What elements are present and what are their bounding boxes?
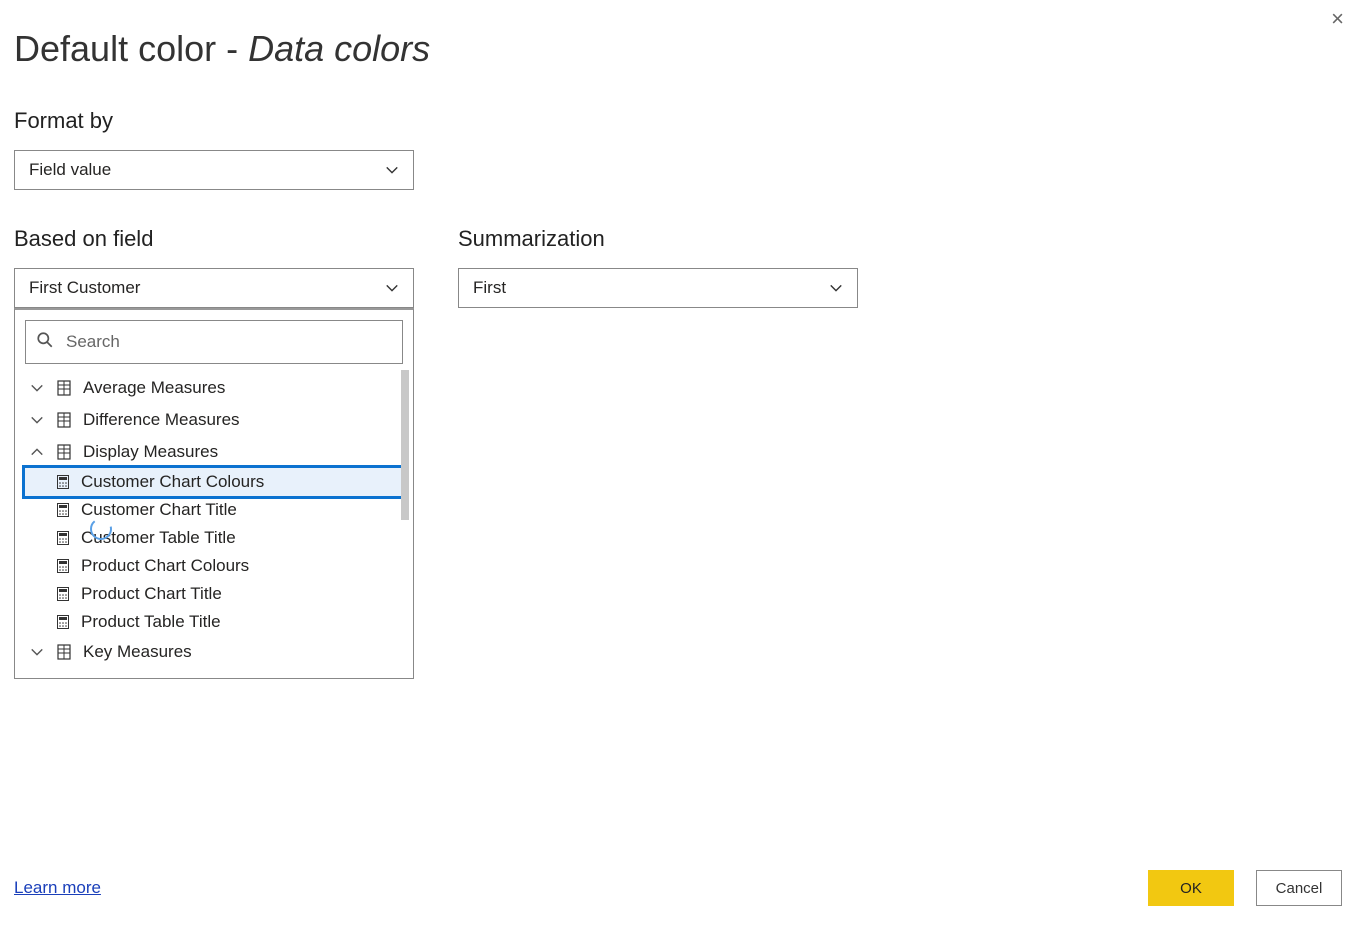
- table-icon: [55, 444, 73, 460]
- table-icon: [55, 412, 73, 428]
- chevron-down-icon: [29, 413, 45, 427]
- tree-group-difference-measures[interactable]: Difference Measures: [25, 404, 403, 436]
- calculator-icon: [55, 531, 71, 545]
- chevron-down-icon: [385, 163, 399, 177]
- tree-group-label: Average Measures: [83, 378, 225, 398]
- tree-item-customer-chart-colours[interactable]: Customer Chart Colours: [22, 465, 406, 499]
- search-input[interactable]: [64, 331, 392, 353]
- based-on-field-label: Based on field: [14, 226, 414, 252]
- summarization-value: First: [473, 278, 506, 298]
- chevron-down-icon: [29, 381, 45, 395]
- format-by-label: Format by: [14, 108, 1342, 134]
- dialog-title: Default color - Data colors: [14, 28, 1342, 70]
- tree-group-key-measures[interactable]: Key Measures: [25, 636, 403, 668]
- calculator-icon: [55, 503, 71, 517]
- title-prefix: Default color -: [14, 28, 248, 69]
- table-icon: [55, 644, 73, 660]
- based-on-field-value: First Customer: [29, 278, 140, 298]
- tree-group-label: Key Measures: [83, 642, 192, 662]
- title-italic: Data colors: [248, 28, 430, 69]
- cancel-button[interactable]: Cancel: [1256, 870, 1342, 906]
- tree-item-label: Customer Chart Colours: [81, 472, 264, 492]
- summarization-select[interactable]: First: [458, 268, 858, 308]
- table-icon: [55, 380, 73, 396]
- calculator-icon: [55, 615, 71, 629]
- chevron-down-icon: [29, 645, 45, 659]
- ok-button[interactable]: OK: [1148, 870, 1234, 906]
- tree-group-label: Display Measures: [83, 442, 218, 462]
- tree-item-customer-table-title[interactable]: Customer Table Title: [25, 524, 403, 552]
- calculator-icon: [55, 587, 71, 601]
- summarization-label: Summarization: [458, 226, 858, 252]
- scrollbar-thumb[interactable]: [401, 370, 409, 520]
- search-icon: [36, 331, 54, 354]
- tree-item-product-chart-colours[interactable]: Product Chart Colours: [25, 552, 403, 580]
- calculator-icon: [55, 559, 71, 573]
- chevron-down-icon: [829, 281, 843, 295]
- tree-group-display-measures[interactable]: Display Measures: [25, 436, 403, 468]
- close-icon[interactable]: ×: [1331, 6, 1344, 32]
- tree-item-product-table-title[interactable]: Product Table Title: [25, 608, 403, 636]
- tree-item-label: Customer Table Title: [81, 528, 236, 548]
- tree-item-customer-chart-title[interactable]: Customer Chart Title: [25, 496, 403, 524]
- tree-item-label: Product Table Title: [81, 612, 221, 632]
- tree-item-label: Product Chart Colours: [81, 556, 249, 576]
- format-by-select[interactable]: Field value: [14, 150, 414, 190]
- tree-item-product-chart-title[interactable]: Product Chart Title: [25, 580, 403, 608]
- tree-item-label: Product Chart Title: [81, 584, 222, 604]
- chevron-down-icon: [385, 281, 399, 295]
- field-dropdown-panel: Average Measures Difference Measures Dis…: [14, 308, 414, 679]
- tree-item-label: Customer Chart Title: [81, 500, 237, 520]
- tree-group-average-measures[interactable]: Average Measures: [25, 372, 403, 404]
- tree-group-label: Difference Measures: [83, 410, 240, 430]
- based-on-field-select[interactable]: First Customer: [14, 268, 414, 308]
- learn-more-link[interactable]: Learn more: [14, 878, 101, 898]
- calculator-icon: [55, 475, 71, 489]
- search-box[interactable]: [25, 320, 403, 364]
- chevron-up-icon: [29, 445, 45, 459]
- format-by-value: Field value: [29, 160, 111, 180]
